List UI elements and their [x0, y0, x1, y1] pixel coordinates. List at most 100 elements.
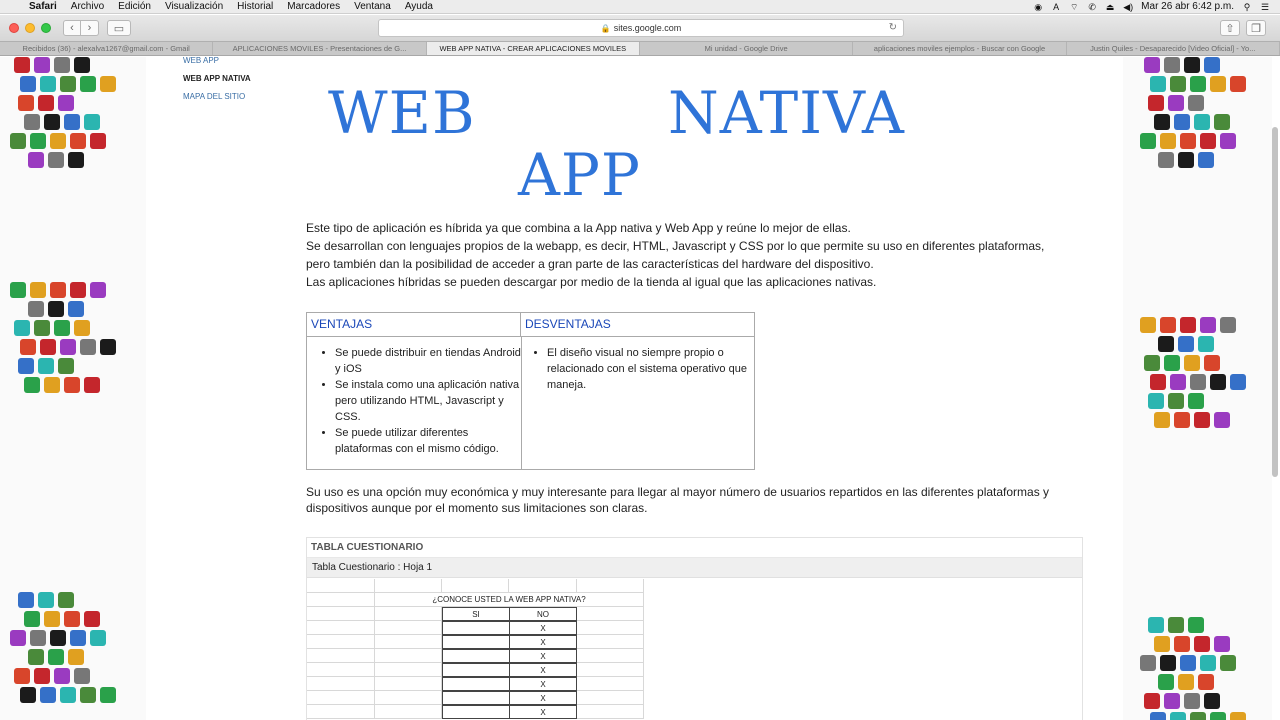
table-header-ventajas: VENTAJAS	[307, 313, 521, 337]
tab-google-drive[interactable]: Mi unidad - Google Drive	[640, 42, 854, 55]
app-icon-decoration	[10, 630, 26, 646]
sheet-label[interactable]: Tabla Cuestionario : Hoja 1	[307, 558, 1082, 578]
ventajas-desventajas-table: VENTAJAS DESVENTAJAS Se puede distribuir…	[306, 312, 755, 470]
adobe-icon[interactable]: A	[1051, 2, 1061, 12]
intro-line-1: Este tipo de aplicación es híbrida ya qu…	[306, 221, 851, 235]
app-icon-decoration	[1174, 114, 1190, 130]
app-icon-decoration	[38, 358, 54, 374]
app-icon-decoration	[80, 76, 96, 92]
app-icon-decoration	[1200, 655, 1216, 671]
page-scrollbar[interactable]	[1272, 127, 1278, 477]
sheet-cell	[442, 677, 510, 691]
app-icon-decoration	[1164, 693, 1180, 709]
app-icon-decoration	[1180, 133, 1196, 149]
app-icon-decoration	[24, 611, 40, 627]
page-title-app: APP	[518, 141, 641, 209]
chat-icon[interactable]: ✆	[1087, 2, 1097, 12]
app-icon-decoration	[1230, 374, 1246, 390]
forward-button[interactable]: ›	[81, 20, 99, 36]
list-item: Se instala como una aplicación nativa pe…	[335, 377, 521, 425]
app-icon-decoration	[10, 133, 26, 149]
menu-ventana[interactable]: Ventana	[347, 1, 398, 12]
app-icon-decoration	[20, 687, 36, 703]
page-content: WEB APP WEB APP NATIVA MAPA DEL SITIO WE…	[0, 57, 1280, 720]
sheet-cell	[577, 649, 644, 663]
menu-visualizacion[interactable]: Visualización	[158, 1, 230, 12]
no-answer-cell: X	[509, 621, 577, 635]
app-icon-decoration	[60, 76, 76, 92]
app-icon-decoration	[1184, 57, 1200, 73]
app-icon-decoration	[24, 377, 40, 393]
address-bar[interactable]: 🔒 sites.google.com ↻	[378, 19, 904, 37]
nav-link-web-app[interactable]: WEB APP	[183, 57, 251, 75]
app-icon-decoration	[1188, 617, 1204, 633]
app-icon-decoration	[48, 301, 64, 317]
nav-link-web-app-nativa[interactable]: WEB APP NATIVA	[183, 75, 251, 93]
sidebar-toggle-button[interactable]: ▭	[107, 20, 131, 36]
sheet-cell	[307, 593, 375, 607]
zoom-window-icon[interactable]	[41, 23, 51, 33]
menu-edicion[interactable]: Edición	[111, 1, 158, 12]
sheet-cell	[442, 691, 510, 705]
app-icon-decoration	[100, 339, 116, 355]
tab-google-search[interactable]: aplicaciones moviles ejemplos - Buscar c…	[853, 42, 1067, 55]
sheet-cell	[442, 579, 509, 593]
conclusion-line-2: dispositivos aunque por el momento sus l…	[306, 501, 648, 515]
menu-app-safari[interactable]: Safari	[22, 1, 64, 12]
app-icon-decoration	[1168, 617, 1184, 633]
app-icon-decoration	[1198, 336, 1214, 352]
app-icon-decoration	[1178, 152, 1194, 168]
share-button[interactable]: ⇧	[1220, 20, 1240, 36]
app-icon-decoration	[1194, 412, 1210, 428]
app-icon-decoration	[44, 611, 60, 627]
sheet-cell	[307, 635, 375, 649]
close-window-icon[interactable]	[9, 23, 19, 33]
app-icon-decoration	[44, 377, 60, 393]
sheet-cell	[375, 649, 442, 663]
tab-gmail[interactable]: Recibidos (36) - alexalva1267@gmail.com …	[0, 42, 214, 55]
volume-icon[interactable]: ◀)	[1123, 2, 1133, 12]
show-tabs-button[interactable]: ❐	[1246, 20, 1266, 36]
app-icon-decoration	[10, 282, 26, 298]
app-icon-decoration	[1190, 712, 1206, 720]
wifi-icon[interactable]: ⌔	[1069, 2, 1079, 12]
app-icon-decoration	[68, 301, 84, 317]
app-icon-decoration	[1210, 712, 1226, 720]
app-icon-decoration	[64, 114, 80, 130]
reload-icon[interactable]: ↻	[889, 22, 897, 33]
nav-buttons: ‹ ›	[63, 20, 99, 36]
no-header-cell: NO	[509, 607, 577, 621]
eject-icon[interactable]: ⏏	[1105, 2, 1115, 12]
app-icon-decoration	[1204, 355, 1220, 371]
record-status-icon[interactable]: ◉	[1033, 2, 1043, 12]
app-icon-decoration	[1184, 693, 1200, 709]
sheet-cell	[577, 579, 644, 593]
app-icon-decoration	[74, 668, 90, 684]
minimize-window-icon[interactable]	[25, 23, 35, 33]
menu-marcadores[interactable]: Marcadores	[280, 1, 347, 12]
menu-archivo[interactable]: Archivo	[64, 1, 111, 12]
sheet-cell	[307, 621, 375, 635]
app-icon-decoration	[24, 114, 40, 130]
app-icon-decoration	[1220, 317, 1236, 333]
back-button[interactable]: ‹	[63, 20, 81, 36]
menu-historial[interactable]: Historial	[230, 1, 280, 12]
app-icon-decoration	[1150, 76, 1166, 92]
nav-link-mapa-del-sitio[interactable]: MAPA DEL SITIO	[183, 93, 251, 111]
menu-ayuda[interactable]: Ayuda	[398, 1, 440, 12]
notification-center-icon[interactable]: ☰	[1260, 2, 1270, 12]
app-icon-decoration	[1150, 712, 1166, 720]
app-icon-decoration	[1204, 57, 1220, 73]
app-icon-decoration	[1150, 374, 1166, 390]
app-icon-decoration	[84, 114, 100, 130]
sheet-cell	[307, 691, 375, 705]
tab-youtube-video[interactable]: Justin Quiles - Desaparecido [Video Ofic…	[1067, 42, 1280, 55]
tab-presentaciones[interactable]: APLICACIONES MOVILES - Presentaciones de…	[213, 42, 427, 55]
tab-web-app-nativa[interactable]: WEB APP NATIVA - CREAR APLICACIONES MOVI…	[426, 42, 640, 55]
menubar-clock[interactable]: Mar 26 abr 6:42 p.m.	[1141, 1, 1234, 12]
app-icon-decoration	[58, 358, 74, 374]
app-icon-decoration	[64, 611, 80, 627]
spotlight-search-icon[interactable]: ⚲	[1242, 2, 1252, 12]
sheet-cell	[577, 677, 644, 691]
app-icon-decoration	[1180, 655, 1196, 671]
